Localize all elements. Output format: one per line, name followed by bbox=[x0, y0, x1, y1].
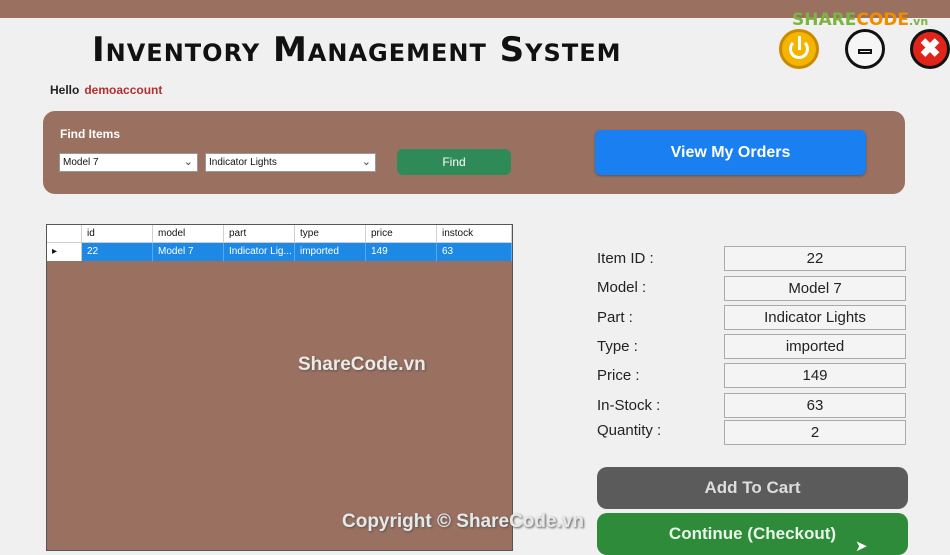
item-id-field[interactable]: 22 bbox=[724, 246, 906, 271]
table-cell: 149 bbox=[366, 243, 437, 261]
items-grid[interactable]: id model part type price instock ▸ 22 Mo… bbox=[46, 224, 513, 551]
item-id-label: Item ID : bbox=[597, 250, 654, 267]
model-select[interactable]: Model 7 ⌄ bbox=[59, 153, 198, 172]
cursor-icon: ➤ bbox=[855, 538, 868, 555]
greeting: Hello demoaccount bbox=[50, 83, 162, 97]
table-cell: Indicator Lig... bbox=[224, 243, 295, 261]
watermark-text: ShareCode.vn bbox=[298, 354, 426, 375]
type-field[interactable]: imported bbox=[724, 334, 906, 359]
table-row[interactable]: ▸ 22 Model 7 Indicator Lig... imported 1… bbox=[47, 243, 512, 261]
column-header[interactable]: type bbox=[295, 225, 366, 243]
grid-header: id model part type price instock bbox=[47, 225, 512, 243]
part-select[interactable]: Indicator Lights ⌄ bbox=[205, 153, 376, 172]
view-orders-button[interactable]: View My Orders bbox=[595, 130, 866, 175]
row-marker-icon: ▸ bbox=[47, 243, 82, 261]
part-field[interactable]: Indicator Lights bbox=[724, 305, 906, 330]
copyright-watermark: Copyright © ShareCode.vn bbox=[342, 511, 585, 532]
column-header[interactable]: part bbox=[224, 225, 295, 243]
chevron-down-icon: ⌄ bbox=[183, 156, 193, 168]
column-header[interactable]: price bbox=[366, 225, 437, 243]
close-button[interactable]: ✖ bbox=[910, 29, 950, 69]
power-button[interactable] bbox=[779, 29, 819, 69]
find-items-label: Find Items bbox=[60, 127, 121, 141]
instock-field[interactable]: 63 bbox=[724, 393, 906, 418]
minimize-button[interactable] bbox=[845, 29, 885, 69]
instock-label: In-Stock : bbox=[597, 397, 661, 414]
table-cell: imported bbox=[295, 243, 366, 261]
close-icon: ✖ bbox=[919, 33, 941, 63]
price-label: Price : bbox=[597, 367, 640, 384]
column-header[interactable]: model bbox=[153, 225, 224, 243]
find-button[interactable]: Find bbox=[397, 149, 511, 175]
watermark-logo: SHARECODE.vn bbox=[792, 10, 929, 30]
model-select-value: Model 7 bbox=[63, 157, 99, 168]
app-title: Inventory Management System bbox=[92, 30, 622, 70]
table-cell: 22 bbox=[82, 243, 153, 261]
greeting-text: Hello bbox=[50, 83, 80, 97]
add-to-cart-button[interactable]: Add To Cart bbox=[597, 467, 908, 509]
minimize-icon bbox=[858, 49, 872, 54]
model-label: Model : bbox=[597, 279, 647, 296]
quantity-label: Quantity : bbox=[597, 422, 662, 439]
find-panel: Find Items Model 7 ⌄ Indicator Lights ⌄ … bbox=[43, 111, 905, 194]
model-field[interactable]: Model 7 bbox=[724, 276, 906, 301]
part-label: Part : bbox=[597, 309, 633, 326]
column-header[interactable]: instock bbox=[437, 225, 512, 243]
quantity-field[interactable]: 2 bbox=[724, 420, 906, 445]
username: demoaccount bbox=[84, 83, 163, 97]
table-cell: 63 bbox=[437, 243, 512, 261]
column-header[interactable]: id bbox=[82, 225, 153, 243]
part-select-value: Indicator Lights bbox=[209, 157, 277, 168]
chevron-down-icon: ⌄ bbox=[361, 156, 371, 168]
price-field[interactable]: 149 bbox=[724, 363, 906, 388]
row-header-corner bbox=[47, 225, 82, 243]
table-cell: Model 7 bbox=[153, 243, 224, 261]
type-label: Type : bbox=[597, 338, 638, 355]
